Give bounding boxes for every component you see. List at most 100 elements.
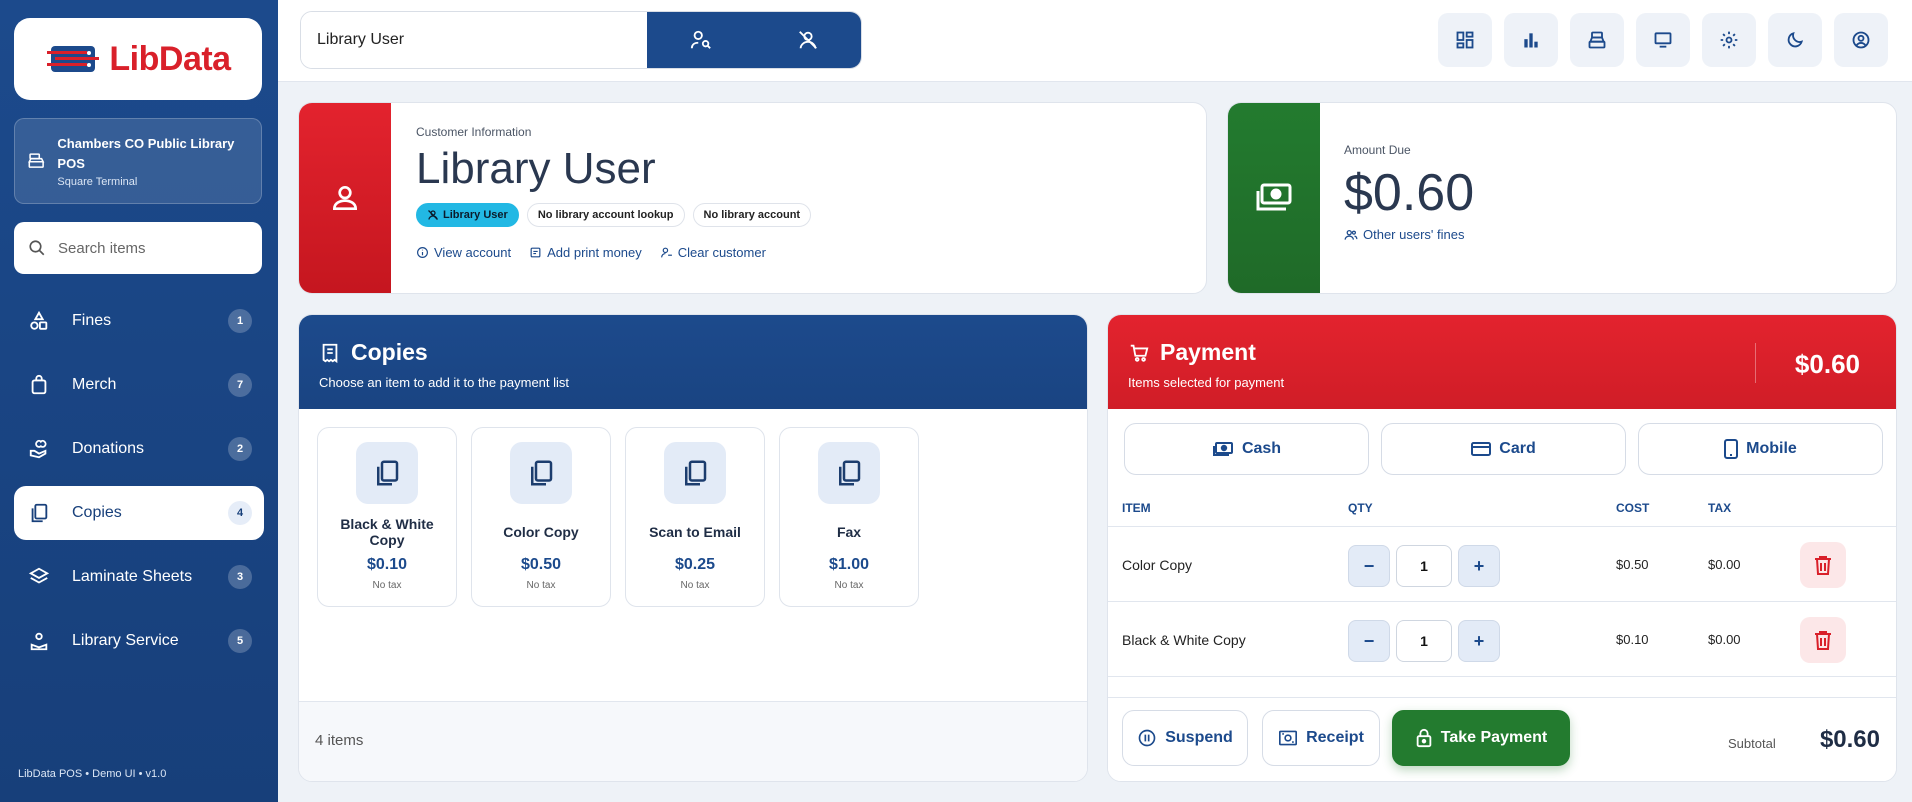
reports-button[interactable] (1504, 13, 1558, 67)
product-price: $1.00 (828, 556, 870, 573)
sidebar-item-donations[interactable]: Donations 2 (14, 422, 264, 476)
count-badge: 7 (228, 373, 252, 397)
sidebar-item-laminate-sheets[interactable]: Laminate Sheets 3 (14, 550, 264, 604)
amount-due-value: $0.60 (1344, 164, 1475, 222)
lookup-user-button[interactable] (647, 12, 754, 68)
lookup-status-tag: No library account lookup (526, 203, 685, 227)
anonymous-user-button[interactable] (754, 12, 861, 68)
delete-button[interactable] (1800, 542, 1846, 588)
branch-card[interactable]: Chambers CO Public Library POS Square Te… (14, 118, 262, 204)
cash-button[interactable]: Cash (1124, 423, 1369, 475)
gear-icon (1720, 31, 1738, 49)
other-users-fines-link[interactable]: Other users' fines (1344, 227, 1474, 242)
delete-button[interactable] (1800, 617, 1846, 663)
amount-due-label: Amount Due (1344, 143, 1411, 157)
user-minus-icon (660, 247, 672, 258)
receipt-icon (322, 343, 338, 363)
clear-customer-link[interactable]: Clear customer (660, 245, 766, 260)
dark-mode-button[interactable] (1768, 13, 1822, 67)
receipt-button[interactable]: Receipt (1262, 710, 1380, 766)
customer-name: Library User (416, 144, 656, 193)
dashboard-button[interactable] (1438, 13, 1492, 67)
sidebar-item-merch[interactable]: Merch 7 (14, 358, 264, 412)
logo-text: LibData (109, 39, 231, 78)
settings-button[interactable] (1702, 13, 1756, 67)
item-search-input[interactable] (58, 239, 248, 257)
copies-panel-header: Copies Choose an item to add it to the p… (299, 315, 1087, 409)
copies-footer: 4 items (299, 701, 1087, 781)
sidebar: LibData Chambers CO Public Library POS S… (0, 0, 278, 802)
customer-type-tag: Library User (416, 203, 519, 227)
amount-due-accent (1228, 103, 1320, 293)
cart-icon (1130, 344, 1149, 362)
product-card-color-copy[interactable]: Color Copy $0.50 No tax (471, 427, 611, 607)
count-badge: 3 (228, 565, 252, 589)
account-status-tag: No library account (692, 203, 812, 227)
pause-icon (1138, 729, 1156, 747)
customer-search-input[interactable] (301, 12, 647, 68)
cash-icon (1256, 183, 1292, 211)
quantity-input[interactable]: 1 (1396, 545, 1452, 587)
product-name: Color Copy (503, 524, 579, 540)
count-badge: 2 (228, 437, 252, 461)
product-card-scan-to-email[interactable]: Scan to Email $0.25 No tax (625, 427, 765, 607)
copy-icon (839, 460, 861, 486)
view-account-link[interactable]: View account (416, 245, 511, 260)
moon-icon (1787, 31, 1804, 48)
version-footer: LibData POS • Demo UI • v1.0 (18, 768, 167, 780)
customer-search (300, 11, 862, 69)
decrement-button[interactable]: − (1348, 620, 1390, 662)
dashboard-icon (1456, 31, 1474, 49)
copy-icon (377, 460, 399, 486)
product-price: $0.50 (520, 556, 562, 573)
account-button[interactable] (1834, 13, 1888, 67)
topbar (278, 0, 1912, 82)
decrement-button[interactable]: − (1348, 545, 1390, 587)
subtotal-value: $0.60 (1819, 726, 1880, 753)
payment-footer: Suspend Receipt Take Payment Subtotal $0… (1108, 697, 1896, 781)
sidebar-item-copies[interactable]: Copies 4 (14, 486, 264, 540)
mobile-button[interactable]: Mobile (1638, 423, 1883, 475)
suspend-button[interactable]: Suspend (1122, 710, 1248, 766)
sidebar-item-label: Fines (72, 312, 112, 329)
product-name: Scan to Email (649, 524, 741, 540)
category-nav: Fines 1 Merch 7 Donations 2 Copies 4 Lam… (14, 294, 264, 678)
product-name: Fax (836, 524, 862, 540)
col-qty: QTY (1348, 501, 1373, 515)
payment-methods: Cash Card Mobile (1124, 423, 1883, 475)
table-row: Black & White Copy − 1 + $0.10 $0.00 (1108, 602, 1896, 677)
add-print-money-link[interactable]: Add print money (529, 245, 642, 260)
wallet-icon (530, 247, 541, 258)
quantity-input[interactable]: 1 (1396, 620, 1452, 662)
info-icon (417, 247, 428, 258)
row-cost: $0.50 (1616, 557, 1649, 572)
sidebar-item-label: Laminate Sheets (72, 568, 193, 585)
sidebar-item-label: Copies (72, 504, 122, 521)
card-button[interactable]: Card (1381, 423, 1626, 475)
take-payment-button[interactable]: Take Payment (1392, 710, 1570, 766)
product-tax: No tax (526, 580, 556, 591)
payment-panel: Payment Items selected for payment $0.60… (1107, 314, 1897, 782)
col-item: ITEM (1122, 501, 1151, 515)
user-circle-icon (1852, 31, 1870, 49)
subtotal-label: Subtotal (1728, 736, 1776, 751)
table-row: Color Copy − 1 + $0.50 $0.00 (1108, 527, 1896, 602)
search-icon (29, 240, 45, 256)
fines-icon (26, 310, 52, 332)
register-button[interactable] (1570, 13, 1624, 67)
increment-button[interactable]: + (1458, 545, 1500, 587)
increment-button[interactable]: + (1458, 620, 1500, 662)
copy-icon (26, 502, 52, 524)
customer-accent (299, 103, 391, 293)
copies-title: Copies (351, 339, 428, 365)
copy-icon (531, 460, 553, 486)
product-card-fax[interactable]: Fax $1.00 No tax (779, 427, 919, 607)
sidebar-item-fines[interactable]: Fines 1 (14, 294, 264, 348)
logo[interactable]: LibData (14, 18, 262, 100)
monitor-icon (1654, 32, 1672, 48)
product-card-black-white-copy[interactable]: Black & White Copy $0.10 No tax (317, 427, 457, 607)
display-button[interactable] (1636, 13, 1690, 67)
copies-subtitle: Choose an item to add it to the payment … (319, 375, 570, 390)
sidebar-item-library-service[interactable]: Library Service 5 (14, 614, 264, 668)
user-search-icon (690, 30, 711, 49)
